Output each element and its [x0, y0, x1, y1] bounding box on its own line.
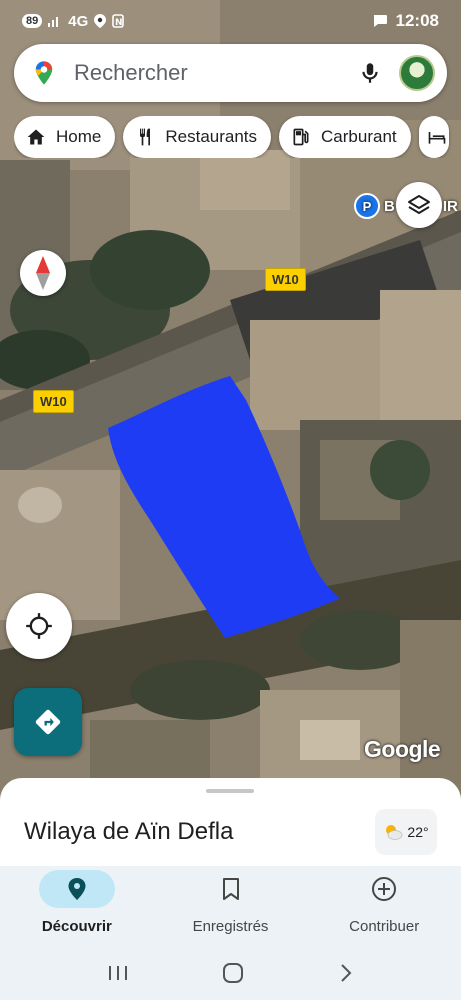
- compass-icon: [36, 256, 50, 290]
- area-title: Wilaya de Aïn Defla: [24, 818, 234, 845]
- nfc-icon: N: [112, 14, 125, 28]
- bookmark-icon: [222, 878, 239, 900]
- poi-label-tail: IR: [442, 197, 458, 215]
- directions-icon: [35, 709, 61, 735]
- back-icon[interactable]: [338, 963, 354, 983]
- clock: 12:08: [395, 11, 439, 30]
- compass-button[interactable]: [20, 250, 66, 296]
- bottom-navigation: Découvrir Enregistrés Contribuer: [0, 866, 461, 946]
- category-chips: Home Restaurants Carburant: [14, 116, 461, 158]
- explore-pin-icon: [68, 878, 86, 900]
- account-avatar[interactable]: [399, 55, 435, 91]
- parking-icon: P: [354, 193, 380, 219]
- restaurant-icon: [140, 128, 151, 146]
- directions-button[interactable]: [14, 688, 82, 756]
- status-bar: 89 4G N 12:08: [0, 0, 461, 42]
- chip-restaurants[interactable]: Restaurants: [123, 116, 272, 158]
- partly-cloudy-icon: [386, 825, 403, 840]
- add-circle-icon: [372, 877, 397, 901]
- poi-label: B: [384, 197, 395, 215]
- battery-indicator: 89: [22, 14, 43, 28]
- network-type: 4G: [68, 12, 89, 30]
- maps-logo-icon: [35, 61, 53, 85]
- chip-carburant[interactable]: Carburant: [279, 116, 411, 158]
- nav-decouvrir[interactable]: Découvrir: [0, 866, 154, 946]
- microphone-icon[interactable]: [357, 60, 383, 86]
- fuel-icon: [293, 128, 309, 146]
- nav-label: Contribuer: [349, 918, 420, 935]
- my-location-button[interactable]: [6, 593, 72, 659]
- nav-label: Découvrir: [41, 918, 112, 935]
- signal-icon: [48, 17, 59, 27]
- system-navigation-bar: [0, 946, 461, 1000]
- weather-chip[interactable]: 22°: [375, 809, 437, 855]
- svg-text:N: N: [115, 18, 123, 28]
- nav-contribuer[interactable]: Contribuer: [307, 866, 461, 946]
- road-label: W10: [33, 390, 74, 413]
- home-button-icon[interactable]: [222, 962, 244, 984]
- nav-enregistres[interactable]: Enregistrés: [154, 866, 308, 946]
- chat-notification-icon: [373, 15, 387, 27]
- chip-home[interactable]: Home: [14, 116, 116, 158]
- layers-icon: [408, 195, 430, 214]
- home-icon: [27, 129, 45, 145]
- layers-button[interactable]: [396, 182, 442, 228]
- recent-apps-icon[interactable]: [107, 964, 129, 982]
- bottom-sheet[interactable]: Wilaya de Aïn Defla 22°: [0, 778, 461, 868]
- nav-label: Enregistrés: [192, 918, 269, 935]
- chip-more[interactable]: [418, 116, 449, 158]
- chip-label: Restaurants: [165, 127, 258, 146]
- search-input[interactable]: Rechercher: [74, 60, 357, 86]
- drag-handle[interactable]: [206, 789, 254, 793]
- location-status-icon: [94, 14, 107, 28]
- road-label: W10: [265, 268, 306, 291]
- hotel-icon: [428, 132, 445, 144]
- crosshair-icon: [26, 613, 52, 639]
- google-attribution: Google: [364, 736, 441, 762]
- temperature: 22°: [407, 824, 429, 840]
- chip-label: Home: [56, 127, 102, 146]
- chip-label: Carburant: [321, 127, 397, 146]
- search-bar[interactable]: Rechercher: [14, 44, 447, 102]
